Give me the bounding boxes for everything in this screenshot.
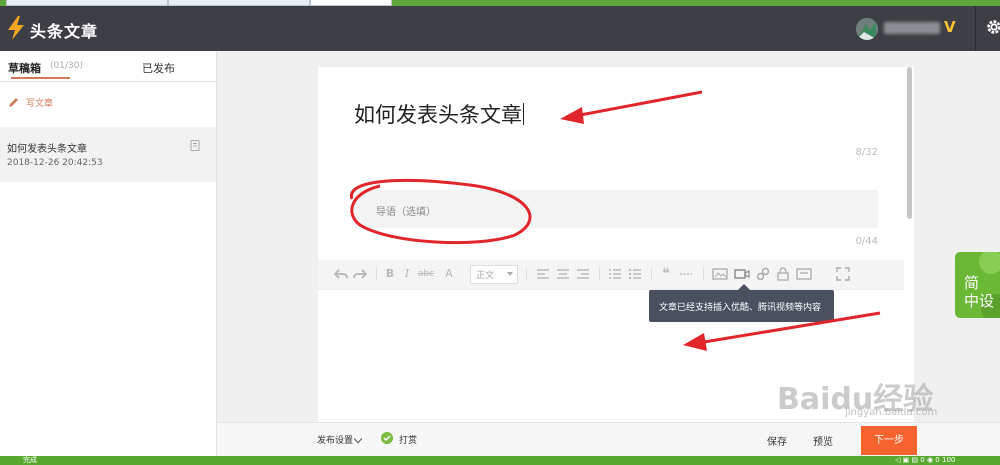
write-article-label: 写文章 xyxy=(26,99,54,109)
font-size-icon[interactable]: A xyxy=(442,267,456,281)
sidebar-divider xyxy=(0,81,216,82)
gear-icon[interactable] xyxy=(985,17,1000,37)
draft-count: (01/30) xyxy=(50,61,83,71)
sidebar: 草稿箱 (01/30) 已发布 写文章 如何发表头条文章 2018-12-26 … xyxy=(0,51,217,456)
document-save-icon[interactable] xyxy=(190,140,201,151)
video-tooltip: 文章已经支持插入优酷、腾讯视频等内容 xyxy=(649,290,834,322)
title-input[interactable]: 如何发表头条文章 xyxy=(354,99,524,129)
fullscreen-icon[interactable] xyxy=(836,267,850,281)
article-editor: 如何发表头条文章 8/32 导语（选填） 0/44 B I abc A 正文 ❝ xyxy=(318,67,914,422)
undo-icon[interactable] xyxy=(334,267,348,281)
unordered-list-icon[interactable] xyxy=(628,267,642,281)
card-icon[interactable] xyxy=(796,267,812,281)
link-icon[interactable] xyxy=(756,267,770,281)
video-icon[interactable] xyxy=(734,267,750,281)
toolbar-divider xyxy=(703,268,704,280)
bold-icon[interactable]: B xyxy=(384,267,396,281)
chevron-down-icon xyxy=(507,272,513,276)
align-right-icon[interactable] xyxy=(576,267,590,281)
publish-settings-dropdown[interactable]: 发布设置 xyxy=(317,433,353,446)
editor-scrollbar-thumb[interactable] xyxy=(907,67,912,219)
draft-date: 2018-12-26 20:42:53 xyxy=(7,158,103,168)
reward-label: 打赏 xyxy=(399,436,418,446)
pencil-icon xyxy=(9,98,18,107)
lead-char-count: 0/44 xyxy=(855,236,878,247)
draft-list-item[interactable]: 如何发表头条文章 2018-12-26 20:42:53 xyxy=(0,127,216,182)
paragraph-format-select[interactable]: 正文 xyxy=(470,265,518,284)
tab-drafts[interactable]: 草稿箱 xyxy=(8,60,41,76)
title-char-count: 8/32 xyxy=(855,147,878,158)
avatar-image-icon xyxy=(856,18,878,40)
bottom-action-bar: 发布设置 打赏 保存 预览 下一步 xyxy=(217,422,1000,457)
active-tab-indicator xyxy=(11,77,70,79)
lightning-icon xyxy=(8,16,24,40)
strikethrough-icon[interactable]: abc xyxy=(416,267,436,281)
editor-toolbar: B I abc A 正文 ❝ xyxy=(318,260,908,290)
side-badge-text: 简 中设 xyxy=(964,274,995,310)
check-circle-icon[interactable] xyxy=(381,432,393,444)
lead-input[interactable]: 导语（选填） xyxy=(354,190,878,228)
header-divider xyxy=(975,6,976,51)
italic-icon[interactable]: I xyxy=(401,267,413,281)
align-center-icon[interactable] xyxy=(556,267,570,281)
image-icon[interactable] xyxy=(712,267,728,281)
browser-status-bar: 完成 ◁ ▣ ▤ 0 ◉ 0 100 xyxy=(0,456,1000,465)
status-text: 完成 xyxy=(23,456,37,464)
lead-input-placeholder: 导语（选填） xyxy=(376,207,436,218)
save-button[interactable]: 保存 xyxy=(767,433,787,448)
redo-icon[interactable] xyxy=(353,267,367,281)
toolbar-divider xyxy=(526,268,527,280)
preview-button[interactable]: 预览 xyxy=(813,433,833,448)
avatar[interactable] xyxy=(856,18,878,40)
side-floating-badge[interactable]: 简 中设 xyxy=(955,252,1000,318)
status-zoom: ◁ ▣ ▤ 0 ◉ 0 100 xyxy=(895,456,956,464)
divider-icon[interactable] xyxy=(679,267,693,281)
verified-badge: V xyxy=(944,18,956,36)
toolbar-divider xyxy=(651,268,652,280)
username-blurred[interactable] xyxy=(884,22,940,34)
title-input-value: 如何发表头条文章 xyxy=(354,103,522,127)
ordered-list-icon[interactable] xyxy=(608,267,622,281)
text-caret xyxy=(523,103,524,125)
tooltip-text: 文章已经支持插入优酷、腾讯视频等内容 xyxy=(659,303,822,313)
toolbar-divider xyxy=(599,268,600,280)
bag-icon[interactable] xyxy=(776,267,790,281)
zoom-level: 100 xyxy=(941,456,956,464)
draft-title: 如何发表头条文章 xyxy=(7,144,87,155)
quote-icon[interactable]: ❝ xyxy=(659,267,673,281)
app-header: 头条文章 V xyxy=(0,6,1000,51)
toolbar-divider xyxy=(376,268,377,280)
paragraph-format-value: 正文 xyxy=(476,271,495,281)
align-left-icon[interactable] xyxy=(536,267,550,281)
chevron-down-icon xyxy=(353,434,363,444)
tab-published[interactable]: 已发布 xyxy=(142,60,175,76)
watermark-url: jingyan.baidu.com xyxy=(845,407,938,418)
app-title: 头条文章 xyxy=(30,22,99,41)
next-step-button[interactable]: 下一步 xyxy=(861,426,917,455)
